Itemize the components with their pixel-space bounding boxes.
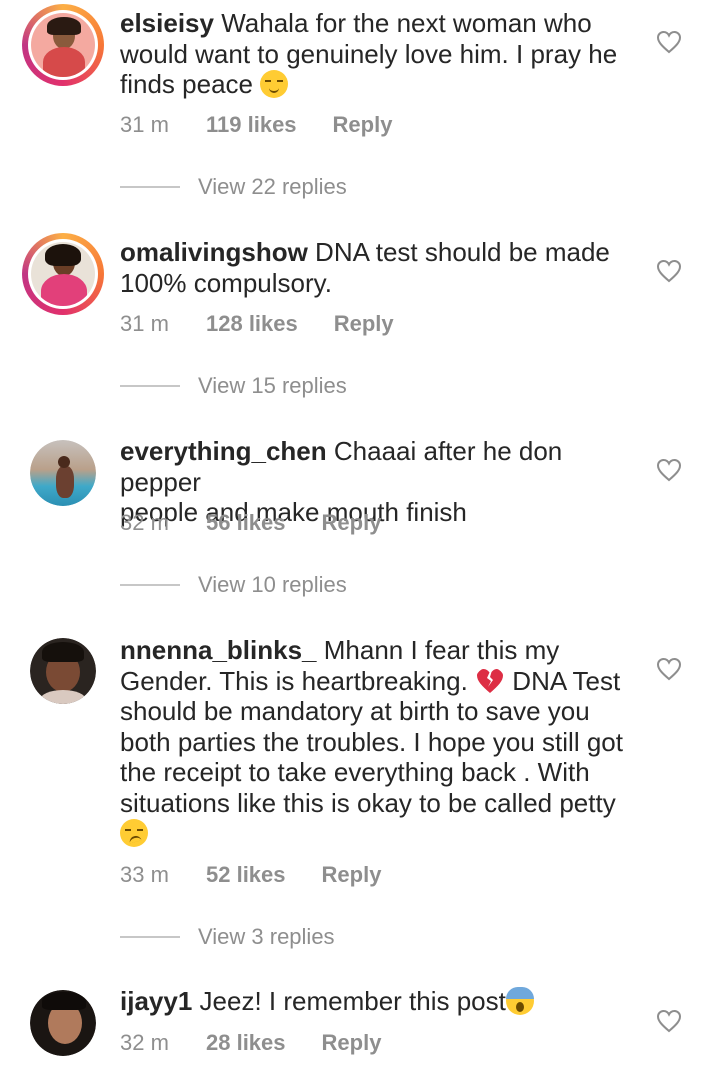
comment-username[interactable]: elsieisy (120, 8, 214, 38)
comment-text: nnenna_blinks_ Mhann I fear this my Gend… (120, 635, 640, 849)
likes-count[interactable]: 28 likes (206, 1030, 286, 1056)
likes-count[interactable]: 119 likes (206, 112, 297, 138)
pensive-face-emoji-icon (260, 70, 289, 98)
likes-count[interactable]: 128 likes (206, 311, 298, 337)
comment-username[interactable]: omalivingshow (120, 237, 308, 267)
comment-text: omalivingshow DNA test should be made 10… (120, 237, 610, 298)
view-replies-button[interactable]: View 3 replies (120, 924, 335, 950)
avatar-everything_chen[interactable] (30, 440, 96, 506)
view-replies-button[interactable]: View 22 replies (120, 174, 347, 200)
heart-outline-icon[interactable] (656, 30, 682, 54)
likes-count[interactable]: 56 likes (206, 510, 286, 536)
reply-button[interactable]: Reply (322, 862, 382, 888)
avatar-omalivingshow[interactable] (22, 233, 104, 315)
reply-button[interactable]: Reply (333, 112, 393, 138)
divider-line (120, 584, 180, 586)
divider-line (120, 186, 180, 188)
comment-time: 32 m (120, 510, 169, 535)
comment-meta: 32 m 28 likes Reply (120, 1030, 381, 1056)
heart-outline-icon[interactable] (656, 1009, 682, 1033)
reply-button[interactable]: Reply (334, 311, 394, 337)
comment-username[interactable]: everything_chen (120, 436, 327, 466)
face-screaming-in-fear-emoji-icon (505, 987, 534, 1015)
reply-button[interactable]: Reply (322, 510, 382, 536)
comment-username[interactable]: ijayy1 (120, 986, 192, 1016)
comment-time: 31 m (120, 112, 169, 137)
divider-line (120, 385, 180, 387)
reply-button[interactable]: Reply (322, 1030, 382, 1056)
comment-meta: 31 m 128 likes Reply (120, 311, 394, 337)
comment-time: 31 m (120, 311, 169, 336)
comment-meta: 31 m 119 likes Reply (120, 112, 392, 138)
smirking-face-emoji-icon (120, 819, 148, 847)
heart-outline-icon[interactable] (656, 458, 682, 482)
comment-meta: 32 m 56 likes Reply (120, 510, 381, 536)
comment-text: ijayy1 Jeez! I remember this post (120, 986, 640, 1017)
comment-time: 33 m (120, 862, 169, 887)
avatar-nnenna_blinks_[interactable] (30, 638, 96, 704)
avatar-elsieisy[interactable] (22, 4, 104, 86)
comment-username[interactable]: nnenna_blinks_ (120, 635, 317, 665)
view-replies-button[interactable]: View 10 replies (120, 572, 347, 598)
view-replies-button[interactable]: View 15 replies (120, 373, 347, 399)
avatar-ijayy1[interactable] (30, 990, 96, 1056)
divider-line (120, 936, 180, 938)
comment-time: 32 m (120, 1030, 169, 1055)
heart-outline-icon[interactable] (656, 657, 682, 681)
comment-text: elsieisy Wahala for the next woman who w… (120, 8, 618, 99)
likes-count[interactable]: 52 likes (206, 862, 286, 888)
broken-heart-emoji-icon (477, 668, 504, 693)
heart-outline-icon[interactable] (656, 259, 682, 283)
comment-meta: 33 m 52 likes Reply (120, 862, 381, 888)
